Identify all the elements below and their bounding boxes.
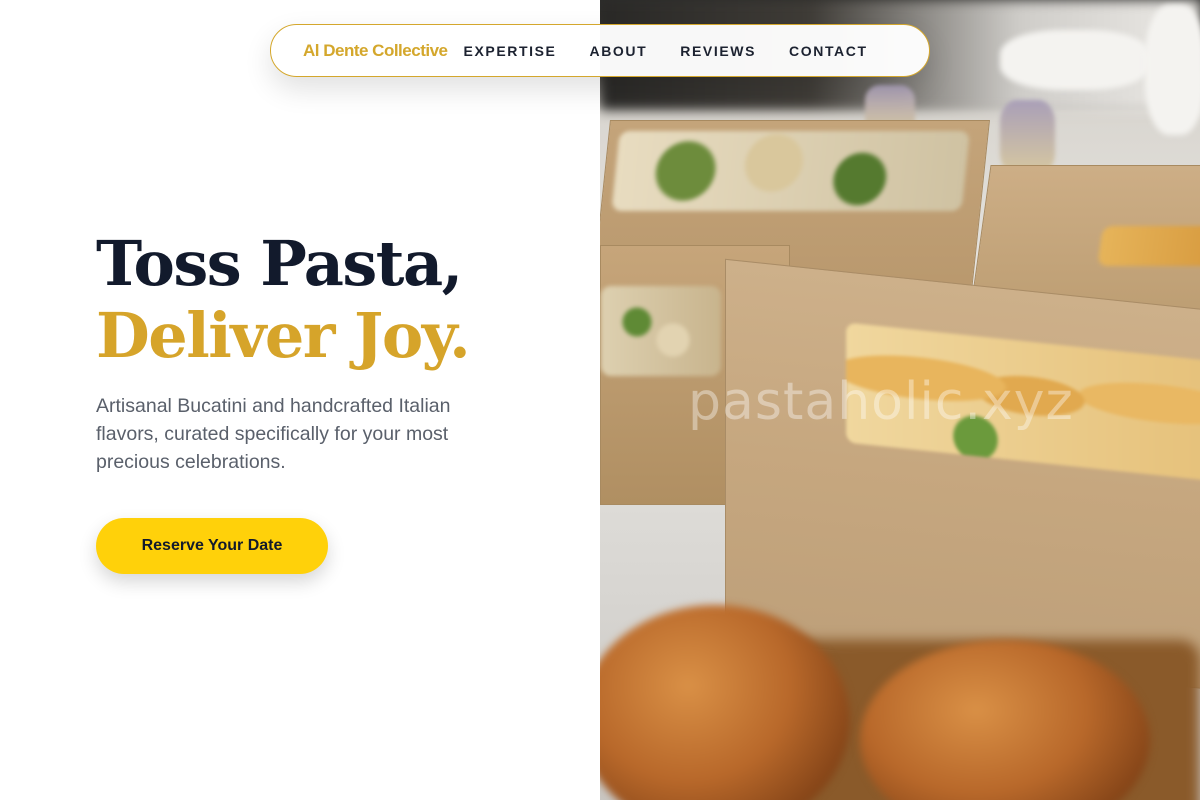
- nav-link-reviews[interactable]: REVIEWS: [680, 43, 756, 59]
- landing-page: pastaholic.xyz Al Dente Collective EXPER…: [0, 0, 1200, 800]
- hero-headline: Toss Pasta, Deliver Joy.: [96, 228, 496, 372]
- photo-jar: [1000, 100, 1055, 175]
- nav-link-expertise[interactable]: EXPERTISE: [464, 43, 557, 59]
- nav-link-contact[interactable]: CONTACT: [789, 43, 868, 59]
- hero-headline-line-1: Toss Pasta,: [96, 227, 463, 300]
- photo-box: [725, 258, 1200, 692]
- photo-watermark: pastaholic.xyz: [688, 372, 1074, 432]
- hero-section: Toss Pasta, Deliver Joy. Artisanal Bucat…: [96, 228, 496, 476]
- nav-link-about[interactable]: ABOUT: [589, 43, 647, 59]
- photo-food: [611, 131, 970, 211]
- nav-links: EXPERTISE ABOUT REVIEWS CONTACT: [464, 43, 901, 59]
- top-navigation: Al Dente Collective EXPERTISE ABOUT REVI…: [270, 24, 930, 77]
- reserve-date-button[interactable]: Reserve Your Date: [96, 518, 328, 574]
- photo-food: [1097, 226, 1200, 266]
- hero-food-photo: pastaholic.xyz: [600, 0, 1200, 800]
- brand-logo[interactable]: Al Dente Collective: [303, 41, 448, 61]
- hero-headline-line-2: Deliver Joy.: [96, 299, 471, 372]
- photo-food: [601, 286, 721, 376]
- photo-cup: [1000, 30, 1150, 90]
- hero-tagline: Artisanal Bucatini and handcrafted Itali…: [96, 395, 451, 473]
- photo-cup: [1145, 5, 1200, 135]
